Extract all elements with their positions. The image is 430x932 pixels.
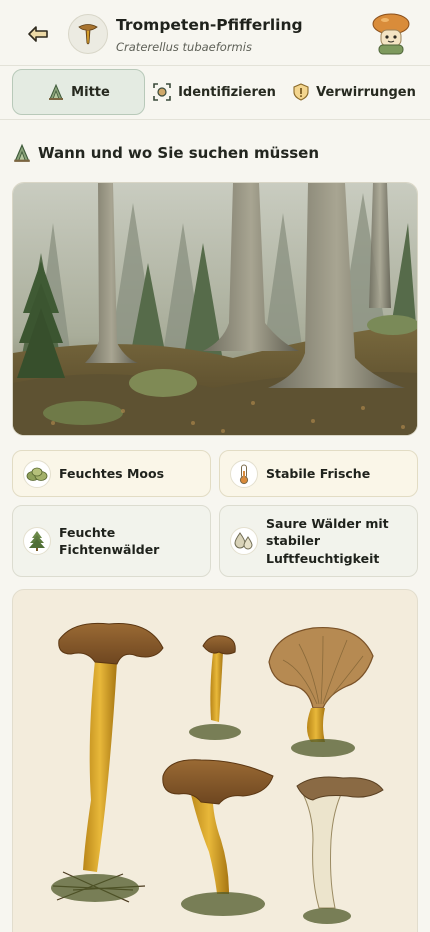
mushroom-icon (78, 24, 98, 45)
habitat-card-temperature: Stabile Frische (219, 450, 418, 497)
tab-confusions[interactable]: Verwirrungen (290, 69, 418, 115)
tab-bar: Mitte Identifizieren Verwirrungen (0, 66, 430, 120)
species-latin-name: Craterellus tubaeformis (116, 40, 252, 54)
mushroom-specimens-illustration (12, 589, 418, 932)
mushroom-mascot-icon (372, 13, 410, 55)
tab-label: Identifizieren (178, 84, 276, 100)
habitat-card-label: Saure Wälder mit stabiler Luftfeuchtigke… (266, 516, 389, 566)
habitat-icon (14, 143, 30, 162)
habitat-icon (49, 83, 64, 100)
page-title: Trompeten-Pfifferling (116, 16, 303, 34)
tab-habitat[interactable]: Mitte (12, 69, 145, 115)
habitat-card-spruce-forest: Feuchte Fichtenwälder (12, 505, 211, 577)
warning-icon (293, 83, 309, 101)
scan-icon (153, 83, 171, 101)
habitat-card-moss: Feuchtes Moos (12, 450, 211, 497)
tab-label: Verwirrungen (316, 84, 416, 100)
back-arrow-icon (28, 26, 48, 42)
habitat-card-label: Stabile Frische (266, 465, 371, 481)
habitat-card-label: Feuchte Fichtenwälder (59, 524, 160, 557)
tab-label: Mitte (71, 84, 110, 100)
water-drops-icon (230, 527, 258, 555)
species-avatar (68, 14, 108, 54)
thermometer-icon (230, 459, 258, 488)
back-button[interactable] (24, 22, 52, 46)
section-heading-text: Wann und wo Sie suchen müssen (38, 144, 320, 162)
habitat-card-humidity: Saure Wälder mit stabiler Luftfeuchtigke… (219, 505, 418, 577)
app-header: Trompeten-Pfifferling Craterellus tubaef… (0, 0, 430, 66)
moss-icon (23, 459, 51, 488)
habitat-card-label: Feuchtes Moos (59, 465, 165, 481)
mascot-button[interactable] (368, 10, 414, 56)
forest-habitat-illustration (12, 182, 418, 436)
section-heading: Wann und wo Sie suchen müssen (12, 140, 319, 166)
spruce-tree-icon (23, 527, 51, 555)
tab-identify[interactable]: Identifizieren (152, 69, 276, 115)
